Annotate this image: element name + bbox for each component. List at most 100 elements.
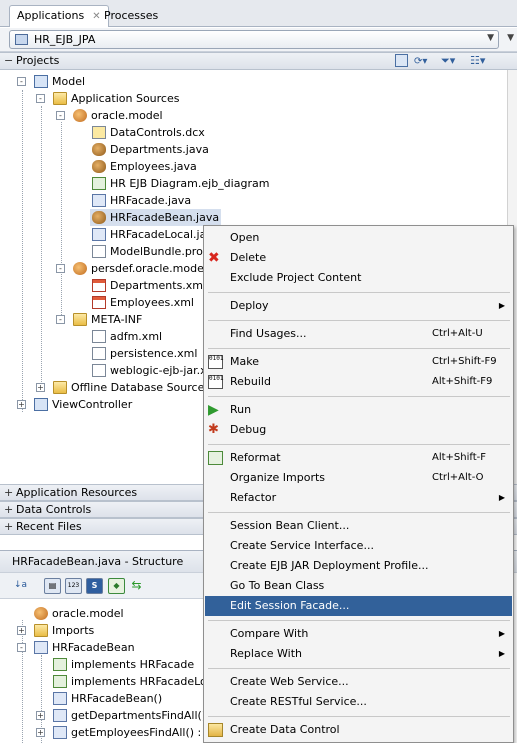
tab-applications[interactable]: Applications ✕ bbox=[9, 5, 109, 27]
menu-item-refactor[interactable]: Refactor ▶ bbox=[205, 488, 512, 508]
menu-item-session-bean-client[interactable]: Session Bean Client... bbox=[205, 516, 512, 536]
refresh-icon[interactable]: ⟳▾ bbox=[414, 54, 434, 67]
show-fields-icon[interactable]: ▤ bbox=[44, 578, 61, 594]
menu-shortcut: Ctrl+Alt-U bbox=[432, 328, 483, 339]
tree-node-employees-java[interactable]: Employees.java bbox=[92, 158, 197, 175]
tree-node-persistence-xml[interactable]: persistence.xml bbox=[92, 345, 197, 362]
tree-node-datacontrols-dcx[interactable]: DataControls.dcx bbox=[92, 124, 205, 141]
menu-item-compare-with[interactable]: Compare With ▶ bbox=[205, 624, 512, 644]
tree-node-meta-inf[interactable]: META-INF bbox=[73, 311, 142, 328]
collapse-toggle[interactable]: - bbox=[56, 264, 65, 273]
tree-node-persdef-oracle-model[interactable]: persdef.oracle.model bbox=[73, 260, 207, 277]
tree-node-label: Model bbox=[52, 75, 86, 88]
sort-icon[interactable]: ↓a bbox=[12, 578, 29, 594]
menu-item-edit-session-facade[interactable]: Edit Session Facade... bbox=[205, 596, 512, 616]
chevron-down-icon[interactable]: ▼ bbox=[487, 33, 494, 43]
show-inherited-icon[interactable]: ◆ bbox=[108, 578, 125, 594]
menu-item-find-usages[interactable]: Find Usages... Ctrl+Alt-U bbox=[205, 324, 512, 344]
expand-toggle[interactable]: + bbox=[17, 400, 26, 409]
view-options-icon[interactable]: ☷▾ bbox=[470, 53, 492, 67]
collapse-icon[interactable]: − bbox=[4, 53, 13, 69]
structure-node-constructor[interactable]: HRFacadeBean() bbox=[53, 690, 162, 707]
tree-node-label: weblogic-ejb-jar.xn bbox=[110, 364, 214, 377]
menu-item-create-data-control[interactable]: Create Data Control bbox=[205, 720, 512, 740]
tree-node-hrfacadelocal-java[interactable]: HRFacadeLocal.jav bbox=[92, 226, 213, 243]
menu-item-create-service-interface[interactable]: Create Service Interface... bbox=[205, 536, 512, 556]
structure-node-label: HRFacadeBean bbox=[52, 641, 135, 654]
tree-node-label: Departments.xml bbox=[110, 279, 207, 292]
structure-node-label: implements HRFacade bbox=[71, 658, 195, 671]
menu-separator bbox=[208, 348, 510, 349]
collapse-toggle[interactable]: - bbox=[56, 111, 65, 120]
tree-node-adfm-xml[interactable]: adfm.xml bbox=[92, 328, 162, 345]
structure-node-implements-hrfacadelocal[interactable]: implements HRFacadeLocal bbox=[53, 673, 223, 690]
collapse-toggle[interactable]: - bbox=[17, 643, 26, 652]
structure-node-get-employees[interactable]: getEmployeesFindAll() : bbox=[53, 724, 201, 741]
structure-node-class[interactable]: HRFacadeBean bbox=[34, 639, 135, 656]
menu-item-rebuild[interactable]: 0101 Rebuild Alt+Shift-F9 bbox=[205, 372, 512, 392]
structure-node-get-departments[interactable]: getDepartmentsFindAll() bbox=[53, 707, 206, 724]
collapse-toggle[interactable]: - bbox=[17, 77, 26, 86]
collapse-toggle[interactable]: - bbox=[56, 315, 65, 324]
tree-node-hrfacadebean-java[interactable]: HRFacadeBean.java bbox=[90, 209, 222, 226]
expand-toggle[interactable]: + bbox=[36, 728, 45, 737]
sync-icon[interactable]: ⇆ bbox=[128, 578, 145, 594]
projects-panel-header[interactable]: − Projects ⟳▾ ⏷▾ ☷▾ bbox=[0, 52, 517, 70]
menu-item-run[interactable]: ▶ Run bbox=[205, 400, 512, 420]
search-icon[interactable] bbox=[395, 54, 408, 67]
xml-icon bbox=[92, 279, 106, 292]
menu-label: Create EJB JAR Deployment Profile... bbox=[230, 559, 429, 572]
expand-toggle[interactable]: + bbox=[17, 626, 26, 635]
menu-label: Rebuild bbox=[230, 375, 271, 388]
structure-node-imports[interactable]: Imports bbox=[34, 622, 94, 639]
menu-item-make[interactable]: 0101 Make Ctrl+Shift-F9 bbox=[205, 352, 512, 372]
menu-item-deploy[interactable]: Deploy ▶ bbox=[205, 296, 512, 316]
menu-label: Run bbox=[230, 403, 252, 416]
menu-item-go-to-bean-class[interactable]: Go To Bean Class bbox=[205, 576, 512, 596]
tab-processes[interactable]: Processes bbox=[96, 5, 166, 27]
menu-item-exclude-project-content[interactable]: Exclude Project Content bbox=[205, 268, 512, 288]
tree-node-model[interactable]: Model bbox=[34, 73, 85, 90]
menu-item-open[interactable]: Open bbox=[205, 228, 512, 248]
tree-node-application-sources[interactable]: Application Sources bbox=[53, 90, 179, 107]
menu-item-organize-imports[interactable]: Organize Imports Ctrl+Alt-O bbox=[205, 468, 512, 488]
tree-node-departments-xml[interactable]: Departments.xml bbox=[92, 277, 206, 294]
tree-node-weblogic-ejb-jar[interactable]: weblogic-ejb-jar.xn bbox=[92, 362, 214, 379]
folder-icon bbox=[73, 313, 87, 326]
expand-icon: + bbox=[4, 520, 14, 533]
tree-node-departments-java[interactable]: Departments.java bbox=[92, 141, 209, 158]
collapse-toggle[interactable]: - bbox=[36, 94, 45, 103]
menu-item-create-ejb-jar-profile[interactable]: Create EJB JAR Deployment Profile... bbox=[205, 556, 512, 576]
menu-item-debug[interactable]: ✱ Debug bbox=[205, 420, 512, 440]
structure-node-package[interactable]: oracle.model bbox=[34, 605, 124, 622]
menu-item-create-restful-service[interactable]: Create RESTful Service... bbox=[205, 692, 512, 712]
filter-icon[interactable]: ⏷▾ bbox=[441, 53, 463, 67]
tree-node-label: HRFacadeLocal.jav bbox=[110, 228, 213, 241]
tree-node-label: HRFacade.java bbox=[110, 194, 192, 207]
tree-node-label: adfm.xml bbox=[110, 330, 163, 343]
show-static-icon[interactable]: S bbox=[86, 578, 103, 594]
menu-item-create-web-service[interactable]: Create Web Service... bbox=[205, 672, 512, 692]
project-icon bbox=[34, 398, 48, 411]
tree-node-ejb-diagram[interactable]: HR EJB Diagram.ejb_diagram bbox=[92, 175, 269, 192]
menu-item-delete[interactable]: ✖ Delete bbox=[205, 248, 512, 268]
package-icon bbox=[34, 607, 48, 620]
menu-overflow-icon[interactable]: ▼ bbox=[507, 33, 514, 43]
tree-node-viewcontroller[interactable]: ViewController bbox=[34, 396, 132, 413]
menu-separator bbox=[208, 620, 510, 621]
file-icon bbox=[92, 347, 106, 360]
structure-node-implements-hrfacade[interactable]: implements HRFacade bbox=[53, 656, 194, 673]
show-numbers-icon[interactable]: 123 bbox=[65, 578, 82, 594]
bean-icon bbox=[92, 143, 106, 156]
tree-node-modelbundle[interactable]: ModelBundle.prope bbox=[92, 243, 217, 260]
expand-toggle[interactable]: + bbox=[36, 711, 45, 720]
menu-item-reformat[interactable]: Reformat Alt+Shift-F bbox=[205, 448, 512, 468]
menu-label: Debug bbox=[230, 423, 267, 436]
application-selector[interactable]: HR_EJB_JPA ▼ bbox=[9, 30, 499, 49]
tree-node-hrfacade-java[interactable]: HRFacade.java bbox=[92, 192, 191, 209]
menu-item-replace-with[interactable]: Replace With ▶ bbox=[205, 644, 512, 664]
tree-node-employees-xml[interactable]: Employees.xml bbox=[92, 294, 194, 311]
tree-node-offline-db-sources[interactable]: Offline Database Sources bbox=[53, 379, 210, 396]
expand-toggle[interactable]: + bbox=[36, 383, 45, 392]
tree-node-oracle-model[interactable]: oracle.model bbox=[73, 107, 163, 124]
